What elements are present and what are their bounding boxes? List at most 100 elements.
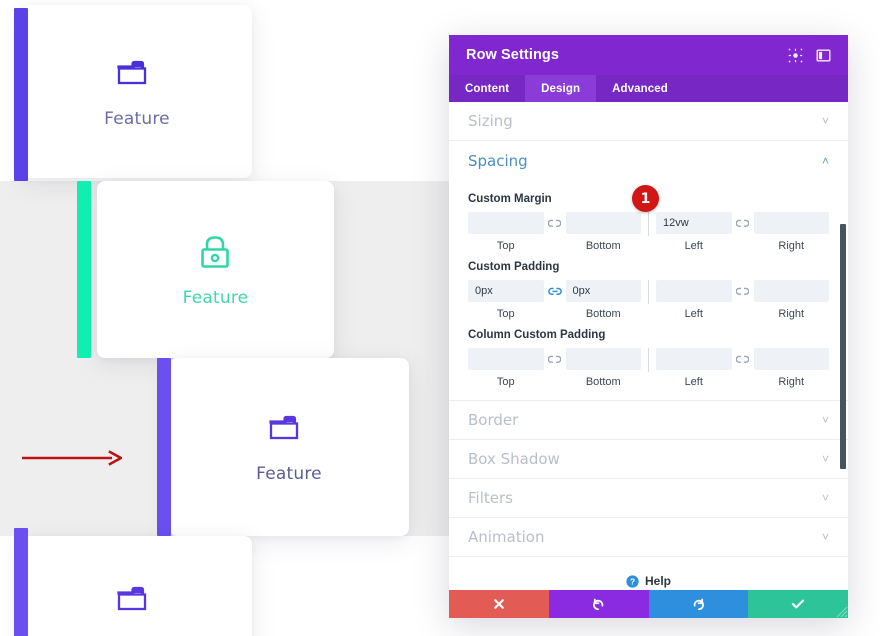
section-filters[interactable]: Filters ˅ (449, 479, 848, 518)
section-border-label: Border (468, 411, 519, 429)
custom-margin-bottom-sublabel: Bottom (585, 240, 621, 252)
custom-padding-right-input[interactable] (753, 280, 829, 302)
help-label: Help (644, 574, 671, 588)
chevron-down-icon: ˅ (821, 114, 829, 128)
lock-icon (196, 232, 236, 274)
custom-margin-left-right-pair: Left Right (656, 212, 829, 252)
column-custom-padding-bottom-cell: Bottom (565, 348, 641, 388)
custom-padding-right-cell: Right (753, 280, 829, 320)
column-custom-padding-top-input[interactable] (468, 348, 544, 370)
section-spacing[interactable]: Spacing ˄ (449, 141, 848, 180)
column-custom-padding-tb-unlink-icon[interactable] (544, 348, 566, 370)
column-custom-padding-left-cell: Left (656, 348, 732, 388)
custom-padding-bottom-sublabel: Bottom (585, 308, 621, 320)
chevron-down-icon: ˅ (821, 413, 829, 427)
panel-footer-actions (449, 590, 848, 618)
row-settings-panel: Row Settings Content Design Advanced Siz… (449, 35, 848, 618)
panel-scrollbar-thumb[interactable] (840, 224, 846, 469)
custom-margin-top-bottom-pair: Top Bottom (468, 212, 641, 252)
section-sizing-label: Sizing (468, 112, 513, 130)
chevron-up-icon: ˄ (821, 153, 829, 168)
custom-margin-top-cell: Top (468, 212, 544, 252)
feature-card-4-content (22, 536, 252, 636)
custom-padding-left-right-pair: Left Right (656, 280, 829, 320)
custom-padding-top-bottom-pair: Top Bottom (468, 280, 641, 320)
custom-padding-left-input[interactable] (656, 280, 732, 302)
custom-padding-top-cell: Top (468, 280, 544, 320)
panel-resize-handle[interactable] (832, 602, 848, 618)
custom-margin-top-input[interactable] (468, 212, 544, 234)
custom-margin-left-sublabel: Left (684, 240, 703, 252)
section-filters-label: Filters (468, 489, 513, 507)
column-custom-padding-bottom-sublabel: Bottom (585, 376, 621, 388)
column-custom-padding-left-sublabel: Left (684, 376, 703, 388)
column-custom-padding-right-sublabel: Right (778, 376, 805, 388)
layout-toggle-icon[interactable] (812, 44, 834, 66)
folder-icon (115, 55, 159, 95)
column-custom-padding-lr-unlink-icon[interactable] (732, 348, 754, 370)
custom-padding-lr-unlink-icon[interactable] (732, 280, 754, 302)
custom-padding-top-sublabel: Top (496, 308, 515, 320)
feature-card-3-content: Feature (169, 358, 409, 536)
custom-padding-left-sublabel: Left (684, 308, 703, 320)
custom-margin-divider (648, 212, 649, 236)
custom-margin-left-cell: Left (656, 212, 732, 252)
feature-card-3-label: Feature (256, 464, 322, 484)
step-badge-1: 1 (632, 185, 659, 212)
redo-button[interactable] (648, 590, 749, 618)
tab-advanced[interactable]: Advanced (596, 75, 684, 102)
custom-margin-bottom-input[interactable] (565, 212, 641, 234)
chevron-down-icon: ˅ (821, 530, 829, 544)
panel-scroll-region: Sizing ˅ Spacing ˄ Custom Margin Top Bot… (449, 102, 848, 590)
custom-margin-top-sublabel: Top (496, 240, 515, 252)
custom-padding-left-cell: Left (656, 280, 732, 320)
custom-padding-label: Custom Padding (468, 261, 560, 273)
section-sizing[interactable]: Sizing ˅ (449, 102, 848, 141)
custom-padding-bottom-input[interactable] (565, 280, 641, 302)
column-custom-padding-fields: Top Bottom Left Right (468, 348, 829, 388)
spacing-section-body: Custom Margin Top Bottom 12vw Left Right… (449, 180, 848, 401)
folder-icon (267, 410, 311, 450)
redo-icon (692, 598, 705, 611)
custom-padding-tb-link-icon[interactable] (544, 280, 566, 302)
custom-margin-tb-unlink-icon[interactable] (544, 212, 566, 234)
panel-body: Sizing ˅ Spacing ˄ Custom Margin Top Bot… (449, 102, 848, 590)
column-custom-padding-right-input[interactable] (753, 348, 829, 370)
custom-margin-lr-unlink-icon[interactable] (732, 212, 754, 234)
panel-header: Row Settings (449, 35, 848, 75)
custom-margin-right-cell: Right (753, 212, 829, 252)
cancel-button[interactable] (449, 590, 549, 618)
custom-padding-divider (648, 280, 649, 304)
column-custom-padding-left-input[interactable] (656, 348, 732, 370)
red-arrow-annotation (22, 448, 124, 468)
tab-design[interactable]: Design (525, 75, 597, 102)
feature-card-2-accent-bar (77, 181, 91, 358)
svg-text:?: ? (630, 576, 635, 586)
custom-margin-bottom-cell: Bottom (565, 212, 641, 252)
tab-content[interactable]: Content (449, 75, 525, 102)
section-box-shadow[interactable]: Box Shadow ˅ (449, 440, 848, 479)
section-animation-label: Animation (468, 528, 545, 546)
section-border[interactable]: Border ˅ (449, 401, 848, 440)
target-icon[interactable] (784, 44, 806, 66)
panel-title: Row Settings (466, 47, 560, 63)
feature-card-1-content: Feature (22, 5, 252, 178)
section-box-shadow-label: Box Shadow (468, 450, 560, 468)
close-icon (493, 598, 505, 610)
folder-icon (115, 581, 159, 621)
custom-padding-top-input[interactable] (468, 280, 544, 302)
feature-card-2-label: Feature (182, 287, 249, 308)
undo-button[interactable] (548, 590, 649, 618)
custom-padding-fields: Top Bottom (468, 280, 829, 320)
custom-margin-left-input[interactable] (656, 212, 732, 234)
section-animation[interactable]: Animation ˅ (449, 518, 848, 557)
check-icon (791, 598, 805, 610)
help-link[interactable]: ? Help (449, 557, 848, 590)
column-custom-padding-bottom-input[interactable] (565, 348, 641, 370)
column-custom-padding-top-cell: Top (468, 348, 544, 388)
custom-margin-right-input[interactable] (753, 212, 829, 234)
chevron-down-icon: ˅ (821, 452, 829, 466)
question-circle-icon: ? (626, 574, 639, 588)
custom-padding-right-sublabel: Right (778, 308, 805, 320)
section-spacing-label: Spacing (468, 151, 528, 170)
